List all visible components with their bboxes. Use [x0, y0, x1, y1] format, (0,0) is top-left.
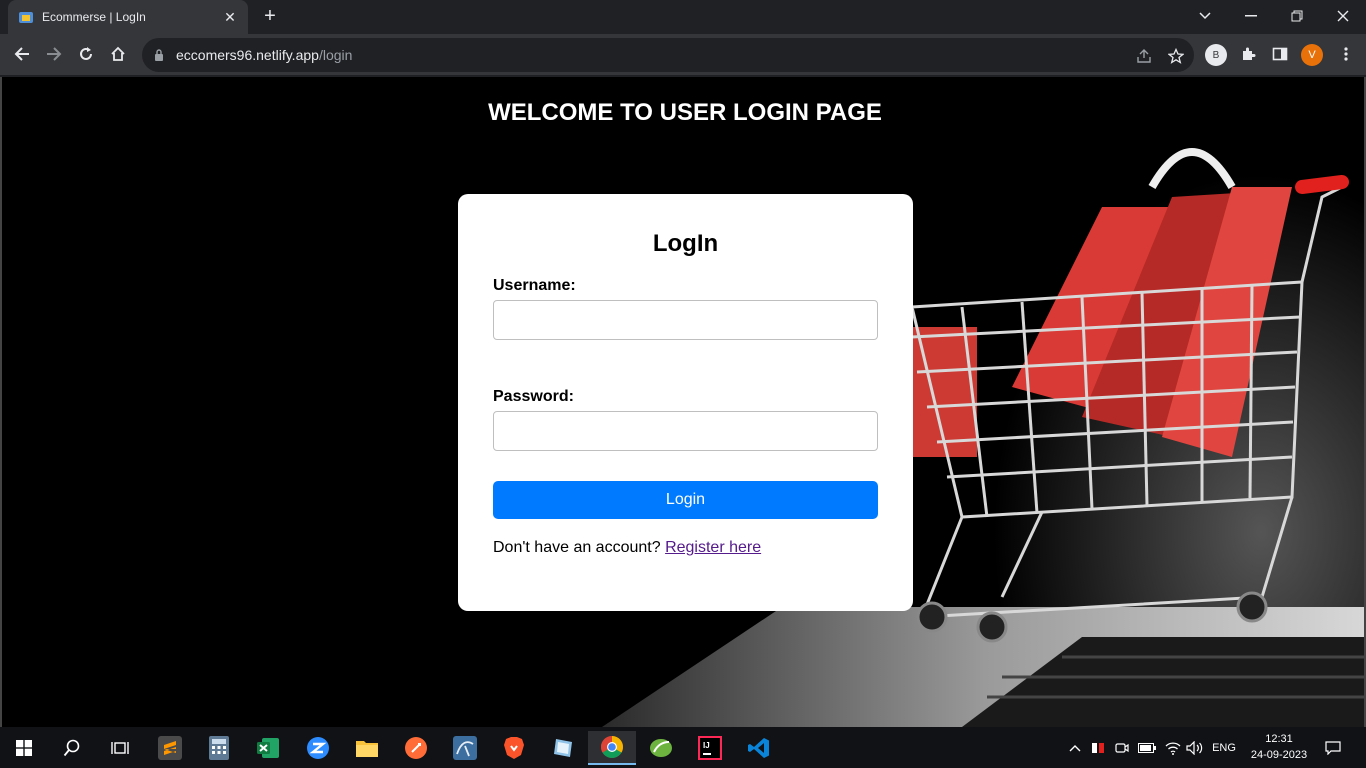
calculator-icon[interactable] [199, 731, 239, 765]
register-prompt: Don't have an account? Register here [493, 539, 761, 557]
start-icon[interactable] [4, 731, 44, 765]
back-icon[interactable] [7, 39, 37, 69]
wifi-icon[interactable] [1162, 727, 1184, 768]
side-panel-icon[interactable] [1265, 39, 1295, 69]
password-input[interactable] [493, 411, 878, 451]
username-input[interactable] [493, 300, 878, 340]
profile-v-avatar[interactable]: V [1301, 44, 1323, 66]
meet-now-icon[interactable] [1112, 727, 1132, 768]
register-prompt-text: Don't have an account? [493, 539, 661, 556]
chrome-icon[interactable] [588, 731, 636, 765]
reload-icon[interactable] [71, 39, 101, 69]
tray-app-icon[interactable] [1088, 727, 1108, 768]
username-label: Username: [493, 277, 576, 294]
battery-icon[interactable] [1136, 727, 1158, 768]
ecommerce-favicon [19, 12, 33, 23]
mysql-workbench-icon[interactable] [445, 731, 485, 765]
new-tab-icon[interactable]: + [258, 6, 282, 28]
volume-icon[interactable] [1184, 727, 1206, 768]
brave-icon[interactable] [494, 731, 534, 765]
show-hidden-icons-icon[interactable] [1066, 727, 1084, 768]
tab-close-icon[interactable]: ✕ [222, 9, 238, 26]
bookmark-star-icon[interactable] [1166, 46, 1186, 66]
page-heading: WELCOME TO USER LOGIN PAGE [488, 99, 882, 126]
excel-icon[interactable] [248, 731, 288, 765]
password-label: Password: [493, 388, 574, 405]
forward-icon[interactable] [39, 39, 69, 69]
restore-icon[interactable] [1274, 0, 1320, 32]
intellij-icon[interactable]: IJ [690, 731, 730, 765]
spring-tool-suite-icon[interactable] [641, 731, 681, 765]
zoom-icon[interactable] [298, 731, 338, 765]
clock[interactable]: 12:31 24-09-2023 [1250, 731, 1308, 763]
minimize-icon[interactable] [1228, 0, 1274, 32]
tab-title: Ecommerse | LogIn [42, 10, 146, 24]
address-bar[interactable]: eccomers96.netlify.app/login [142, 38, 1194, 72]
url-text: eccomers96.netlify.app/login [176, 47, 353, 63]
vscode-icon[interactable] [739, 731, 779, 765]
clock-date: 24-09-2023 [1250, 749, 1308, 761]
clock-time: 12:31 [1265, 733, 1293, 745]
taskbar: IJ ENG 12:31 24-09-2023 [0, 727, 1366, 768]
close-window-icon[interactable] [1320, 0, 1366, 32]
notification-icon[interactable] [1318, 727, 1348, 768]
chrome-menu-icon[interactable] [1331, 39, 1361, 69]
extensions-icon[interactable] [1233, 39, 1263, 69]
home-icon[interactable] [103, 39, 133, 69]
tab-search-icon[interactable] [1182, 0, 1228, 32]
file-explorer-icon[interactable] [347, 731, 387, 765]
login-card: LogIn Username: Password: Login Don't ha… [458, 194, 913, 611]
login-button[interactable]: Login [493, 481, 878, 519]
language-indicator[interactable]: ENG [1208, 727, 1240, 768]
search-icon[interactable] [52, 731, 92, 765]
browser-toolbar: eccomers96.netlify.app/login B V [0, 34, 1366, 76]
share-icon[interactable] [1134, 46, 1154, 66]
login-title: LogIn [652, 230, 719, 257]
page-viewport: WELCOME TO USER LOGIN PAGE LogIn Usernam… [0, 77, 1366, 727]
sublime-text-icon[interactable] [150, 731, 190, 765]
task-view-icon[interactable] [100, 731, 140, 765]
lock-icon [155, 49, 163, 61]
register-link[interactable]: Register here [665, 539, 761, 556]
notepad-icon[interactable] [543, 731, 583, 765]
browser-tab[interactable]: Ecommerse | LogIn ✕ [8, 0, 248, 34]
profile-b-avatar[interactable]: B [1205, 44, 1227, 66]
browser-titlebar: Ecommerse | LogIn ✕ + [0, 0, 1366, 34]
svg-text:IJ: IJ [703, 741, 710, 750]
postman-icon[interactable] [396, 731, 436, 765]
